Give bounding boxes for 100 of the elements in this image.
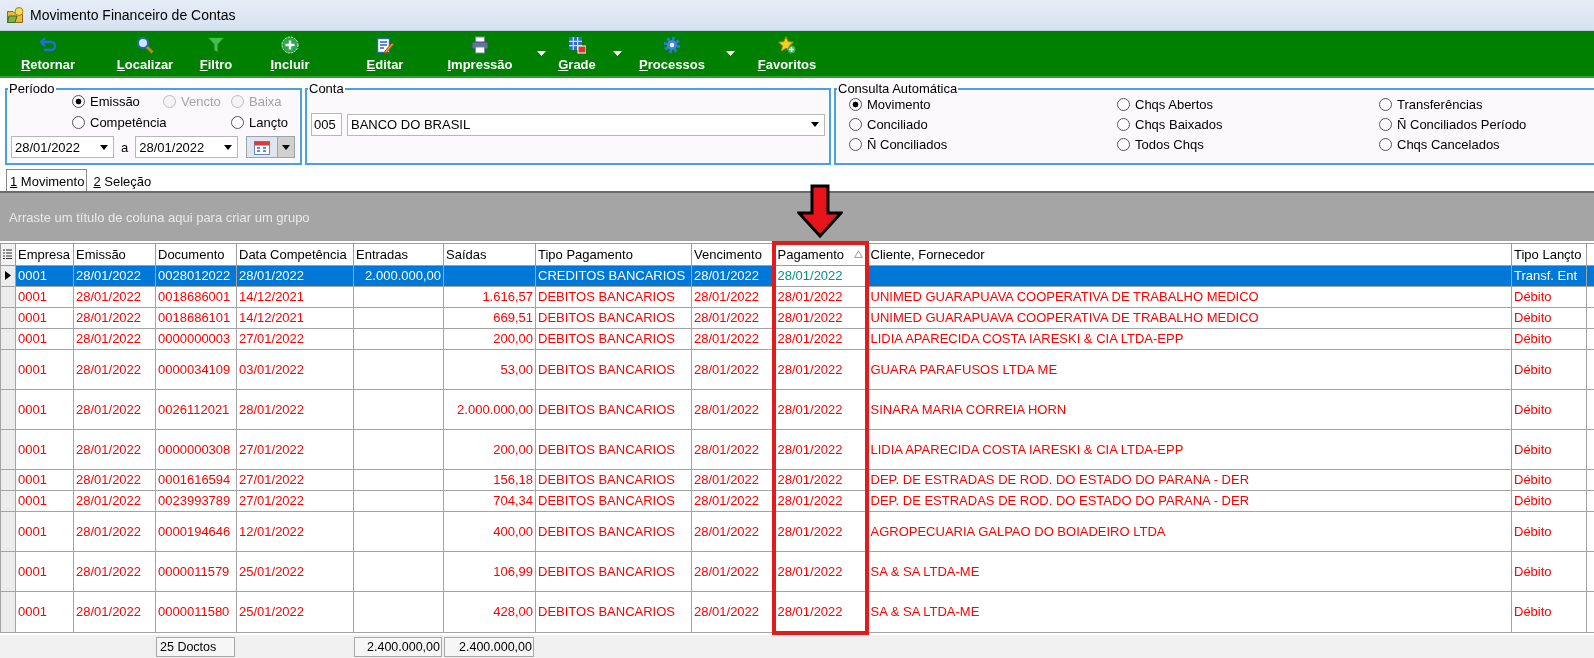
column-header[interactable]: Data Competência [236, 243, 354, 265]
toolbar-button[interactable]: Retornar [18, 34, 78, 73]
table-cell: 28/01/2022 [773, 591, 867, 633]
calendar-button[interactable] [246, 136, 296, 158]
column-header[interactable]: Tipo Lançto [1511, 243, 1587, 265]
table-cell: 28/01/2022 [691, 511, 774, 551]
toolbar-button[interactable]: Processos [637, 34, 707, 73]
table-cell: 428,00 [443, 591, 536, 633]
radio-option[interactable]: Chqs Abertos [1117, 96, 1379, 113]
column-header[interactable]: Cliente, Fornecedor [866, 243, 1512, 265]
radio-option[interactable]: Emissão [72, 93, 163, 110]
table-row[interactable]: 0001 28/01/2022 0000011580 25/01/2022 428,00 DEBITOS BANCARIOS 28/01/2022 28/01/2022 SA & SA LTDA-ME Débito [0, 591, 1594, 633]
funnel-icon [207, 35, 225, 54]
table-cell: 0001 [15, 551, 74, 591]
radio-button[interactable] [1117, 138, 1130, 151]
return-arrow-icon [39, 35, 57, 54]
table-cell: DEBITOS BANCARIOS [535, 349, 692, 389]
column-header[interactable]: Empresa [15, 243, 74, 265]
date-dropdown[interactable]: 28/01/2022 [135, 136, 239, 158]
radio-button[interactable] [1379, 138, 1392, 151]
toolbar-button[interactable]: Favoritos [755, 34, 819, 73]
caret-icon [100, 144, 108, 150]
toolbar-button[interactable]: Localizar [114, 34, 176, 73]
table-row[interactable]: 0001 28/01/2022 0026112021 28/01/2022 2.000.000,00 DEBITOS BANCARIOS 28/01/2022 28/01/2022 SINARA MARIA CORREIA HORN Débito [0, 389, 1594, 429]
table-row[interactable]: 0001 28/01/2022 0000011579 25/01/2022 106,99 DEBITOS BANCARIOS 28/01/2022 28/01/2022 SA & SA LTDA-ME Débito [0, 551, 1594, 591]
tab[interactable]: 1 Movimento [6, 169, 88, 191]
column-header[interactable]: Tipo Pagamento [535, 243, 692, 265]
radio-option[interactable]: Chqs Baixados [1117, 116, 1379, 133]
column-header[interactable]: Vencimento [691, 243, 774, 265]
radio-option[interactable]: Lançto [231, 114, 296, 131]
table-cell: 0001 [15, 429, 74, 469]
table-cell: 2.000.000,00 [443, 389, 536, 429]
row-indicator[interactable] [0, 265, 16, 286]
radio-option[interactable]: Conciliado [849, 116, 1117, 133]
table-cell: 28/01/2022 [773, 307, 867, 328]
account-dropdown[interactable]: BANCO DO BRASIL [347, 113, 825, 136]
table-cell: DEBITOS BANCARIOS [535, 551, 692, 591]
radio-button[interactable] [231, 116, 244, 129]
table-cell: DEBITOS BANCARIOS [535, 511, 692, 551]
radio-option[interactable]: Movimento [849, 96, 1117, 113]
star-icon [778, 35, 796, 54]
radio-option[interactable]: Todos Chqs [1117, 136, 1379, 153]
radio-button[interactable] [1117, 98, 1130, 111]
toolbar-button[interactable]: Grade [556, 34, 598, 73]
table-row[interactable]: 0001 28/01/2022 0000000308 27/01/2022 200,00 DEBITOS BANCARIOS 28/01/2022 28/01/2022 LIDIA APARECIDA COSTA IARESKI & CIA LTDA-EPP Débito [0, 429, 1594, 469]
radio-button[interactable] [1117, 118, 1130, 131]
table-cell: 0000011580 [155, 591, 237, 633]
table-cell: DEBITOS BANCARIOS [535, 591, 692, 633]
radio-button[interactable] [849, 98, 862, 111]
summary-field: 25 Doctos [156, 637, 235, 657]
edit-document-icon [376, 35, 394, 54]
radio-option[interactable]: Ñ Conciliados [849, 136, 1117, 153]
radio-option[interactable]: Transferências [1379, 96, 1594, 113]
table-cell: 28/01/2022 [691, 389, 774, 429]
column-chooser-icon [3, 248, 12, 259]
column-header[interactable]: Documento [155, 243, 237, 265]
radio-button[interactable] [1379, 118, 1392, 131]
date-dropdown[interactable]: 28/01/2022 [11, 136, 114, 158]
column-header[interactable]: Saídas [443, 243, 536, 265]
column-header[interactable]: Entradas [353, 243, 444, 265]
table-cell: 0000000308 [155, 429, 237, 469]
table-row[interactable]: 0001 28/01/2022 0000194646 12/01/2022 400,00 DEBITOS BANCARIOS 28/01/2022 28/01/2022 AGROPECUARIA GALPAO DO BOIADEIRO LTDA Débito [0, 511, 1594, 551]
table-cell: 0000034109 [155, 349, 237, 389]
radio-button[interactable] [72, 95, 85, 108]
table-cell: 28/01/2022 [691, 591, 774, 633]
table-cell: 12/01/2022 [236, 511, 354, 551]
toolbar-button[interactable]: Filtro [197, 34, 235, 73]
account-code-field[interactable]: 005 [311, 113, 342, 136]
column-header[interactable]: Emissão [73, 243, 156, 265]
radio-button[interactable] [1379, 98, 1392, 111]
table-cell: 0000194646 [155, 511, 237, 551]
toolbar-button[interactable]: Incluir [268, 34, 312, 73]
radio-button[interactable] [849, 118, 862, 131]
table-cell: 25/01/2022 [236, 591, 354, 633]
toolbar-button[interactable]: Editar [364, 34, 406, 73]
toolbar-button[interactable]: Impressão [445, 34, 515, 73]
table-row[interactable]: 0001 28/01/2022 0028012022 28/01/2022 2.000.000,00 CREDITOS BANCARIOS 28/01/2022 28/01/2022 Transf. Ent [0, 265, 1594, 286]
table-cell: 28/01/2022 [773, 349, 867, 389]
table-cell: 28/01/2022 [773, 328, 867, 349]
radio-button[interactable] [849, 138, 862, 151]
tab[interactable]: 2 Seleção [89, 169, 155, 191]
dropdown-button[interactable] [535, 49, 547, 58]
summary-field: 2.400.000,00 [354, 637, 442, 657]
radio-button[interactable] [72, 116, 85, 129]
radio-option[interactable]: Chqs Cancelados [1379, 136, 1594, 153]
table-row[interactable]: 0001 28/01/2022 0000034109 03/01/2022 53,00 DEBITOS BANCARIOS 28/01/2022 28/01/2022 GUARA PARAFUSOS LTDA ME Débito [0, 349, 1594, 389]
table-cell: 28/01/2022 [73, 389, 156, 429]
dropdown-button[interactable] [724, 49, 736, 58]
column-header[interactable]: Pagamento [773, 243, 867, 265]
table-cell: 106,99 [443, 551, 536, 591]
radio-option[interactable]: Competência [72, 114, 231, 131]
table-cell: 28/01/2022 [773, 551, 867, 591]
table-cell: 0001 [15, 511, 74, 551]
dropdown-button[interactable] [611, 49, 623, 58]
caret-icon [282, 144, 291, 150]
table-cell: 27/01/2022 [236, 429, 354, 469]
column-chooser-button[interactable] [0, 243, 16, 265]
radio-option[interactable]: Ñ Conciliados Período [1379, 116, 1594, 133]
table-cell: UNIMED GUARAPUAVA COOPERATIVA DE TRABALHO MEDICO [866, 286, 1512, 307]
caret-icon [725, 51, 735, 56]
